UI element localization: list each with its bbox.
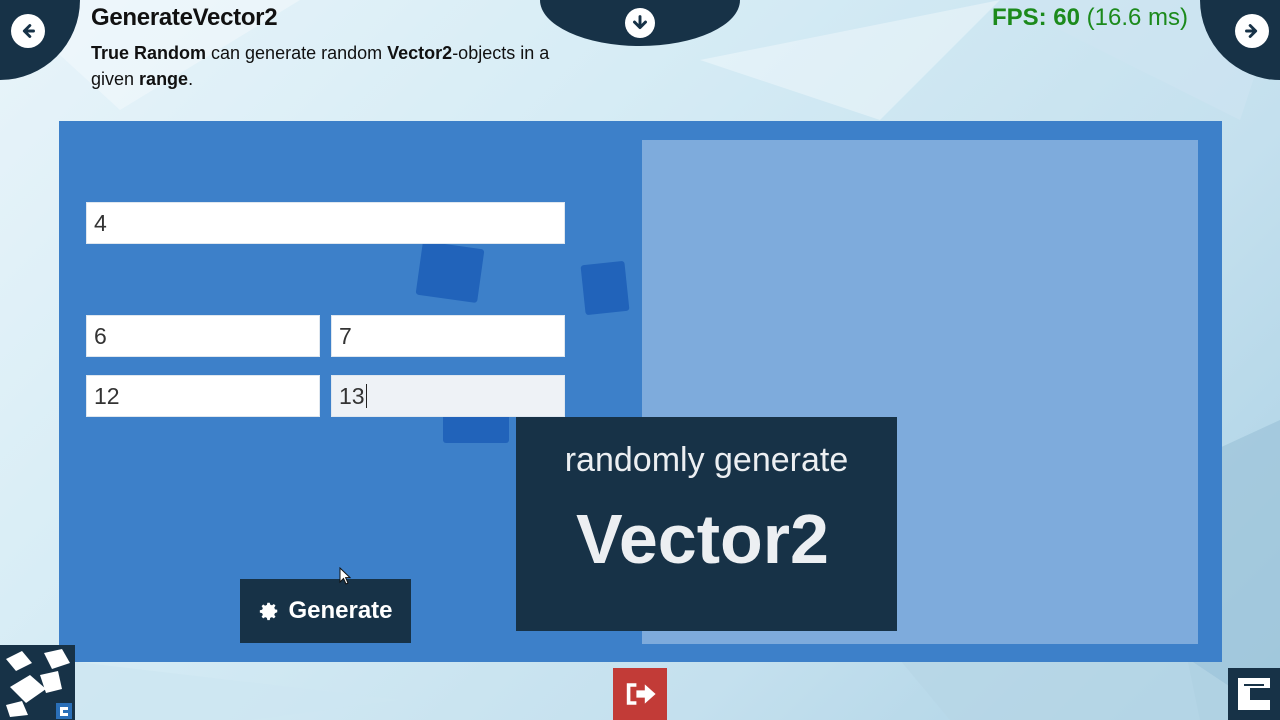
- caption-line-1: randomly generate: [564, 441, 849, 479]
- max-x-input[interactable]: 12: [86, 375, 320, 417]
- main-panel: 4 6 7 12 13 Generate randomly generate V…: [59, 121, 1222, 662]
- caption-overlay: randomly generate Vector2: [516, 417, 897, 631]
- brand-logo: [1228, 668, 1280, 720]
- max-y-input[interactable]: 13: [331, 375, 565, 417]
- min-y-input[interactable]: 7: [331, 315, 565, 357]
- fps-counter: FPS: 60 (16.6 ms): [992, 4, 1188, 32]
- text-caret: [365, 384, 367, 408]
- brand-c-icon: [1238, 678, 1270, 710]
- app-logo: [0, 645, 75, 720]
- max-x-value: 12: [94, 382, 120, 409]
- min-y-value: 7: [339, 322, 352, 349]
- cubes-logo-icon: [6, 649, 72, 719]
- desc-type: Vector2: [387, 43, 453, 63]
- count-input[interactable]: 4: [86, 202, 565, 244]
- arrow-down-icon: [633, 15, 647, 30]
- page-title: GenerateVector2: [91, 4, 278, 31]
- desc-text-1: can generate random: [206, 43, 388, 63]
- desc-product: True Random: [91, 43, 207, 63]
- arrow-left-icon: [22, 24, 35, 38]
- caption-line-2: Vector2: [576, 500, 829, 578]
- gear-icon: [260, 602, 278, 621]
- background-cube: [415, 240, 485, 304]
- exit-button[interactable]: [613, 668, 667, 720]
- desc-text-3: .: [188, 69, 194, 89]
- background-cube: [580, 260, 630, 316]
- sign-out-icon: [626, 683, 656, 705]
- min-x-value: 6: [94, 322, 107, 349]
- fps-value: FPS: 60: [991, 4, 1080, 31]
- desc-range: range: [139, 69, 189, 89]
- generate-label: Generate: [288, 597, 393, 624]
- back-button[interactable]: [11, 14, 45, 48]
- download-button[interactable]: [625, 8, 655, 38]
- forward-button[interactable]: [1235, 14, 1269, 48]
- generate-button[interactable]: Generate: [240, 579, 411, 643]
- page-description: True Random can generate random Vector2-…: [91, 40, 551, 92]
- fps-ms: (16.6 ms): [1079, 4, 1188, 31]
- count-value: 4: [94, 209, 107, 236]
- arrow-right-icon: [1245, 24, 1258, 38]
- max-y-value: 13: [339, 382, 365, 409]
- min-x-input[interactable]: 6: [86, 315, 320, 357]
- mouse-cursor-icon: [339, 567, 352, 585]
